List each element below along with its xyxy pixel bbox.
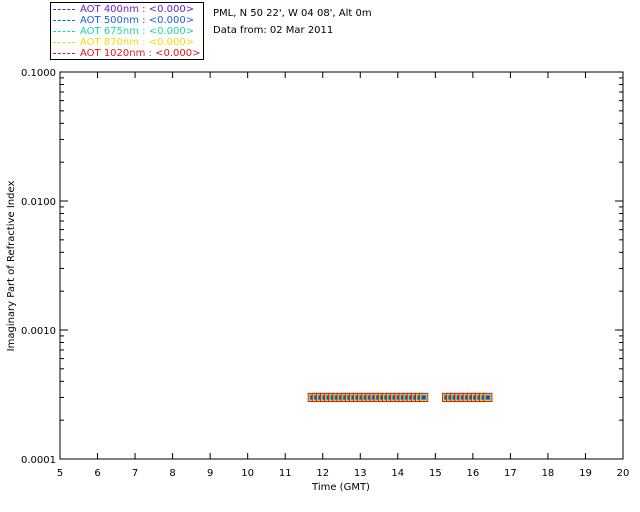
- legend-swatch: [53, 20, 75, 21]
- x-axis-label: Time (GMT): [311, 482, 370, 493]
- legend-label: AOT 400nm : <0.000>: [80, 4, 195, 15]
- data-points: [307, 392, 493, 403]
- y-tick-label: 0.0001: [21, 455, 56, 466]
- legend-swatch: [53, 9, 75, 10]
- y-tick-label: 0.1000: [21, 68, 56, 79]
- x-tick-label: 5: [57, 468, 63, 479]
- legend-swatch: [53, 53, 75, 54]
- legend: AOT 400nm : <0.000> AOT 500nm : <0.000> AO…: [50, 2, 204, 60]
- legend-swatch: [53, 31, 75, 32]
- x-tick-label: 15: [429, 468, 442, 479]
- legend-label: AOT 500nm : <0.000>: [80, 15, 195, 26]
- x-tick-label: 11: [279, 468, 292, 479]
- legend-swatch: [53, 42, 75, 43]
- legend-label: AOT 1020nm : <0.000>: [80, 48, 201, 59]
- legend-entry: AOT 1020nm : <0.000>: [53, 48, 200, 59]
- x-tick-label: 6: [94, 468, 100, 479]
- y-axis-ticks: 0.0001 0.0010 0.0100 0.1000: [21, 68, 623, 466]
- legend-entry: AOT 870nm : <0.000>: [53, 37, 194, 48]
- legend-entry: AOT 675nm : <0.000>: [53, 26, 194, 37]
- y-tick-label: 0.0100: [21, 197, 56, 208]
- data-date: Data from: 02 Mar 2011: [213, 25, 334, 36]
- y-axis-label: Imaginary Part of Refractive Index: [6, 181, 17, 352]
- x-tick-label: 17: [504, 468, 517, 479]
- chart-plot: 5 6 7 8 9 10 11 12 13 14 15 16 17 18 19 20 0.0001 0.0010…: [6, 68, 630, 493]
- x-tick-label: 9: [207, 468, 213, 479]
- x-tick-label: 8: [169, 468, 175, 479]
- legend-entry: AOT 400nm : <0.000>: [53, 4, 194, 15]
- x-tick-label: 16: [466, 468, 479, 479]
- legend-label: AOT 675nm : <0.000>: [80, 26, 195, 37]
- x-tick-label: 14: [391, 468, 404, 479]
- y-tick-label: 0.0010: [21, 326, 56, 337]
- x-tick-label: 19: [579, 468, 592, 479]
- legend-label: AOT 870nm : <0.000>: [80, 37, 195, 48]
- x-tick-label: 20: [617, 468, 630, 479]
- x-axis-ticks: 5 6 7 8 9 10 11 12 13 14 15 16 17 18 19 20: [57, 72, 630, 479]
- x-tick-label: 18: [542, 468, 555, 479]
- x-tick-label: 7: [132, 468, 138, 479]
- legend-entry: AOT 500nm : <0.000>: [53, 15, 194, 26]
- x-tick-label: 13: [354, 468, 367, 479]
- x-tick-label: 10: [241, 468, 254, 479]
- x-tick-label: 12: [316, 468, 329, 479]
- site-location: PML, N 50 22', W 04 08', Alt 0m: [213, 8, 372, 19]
